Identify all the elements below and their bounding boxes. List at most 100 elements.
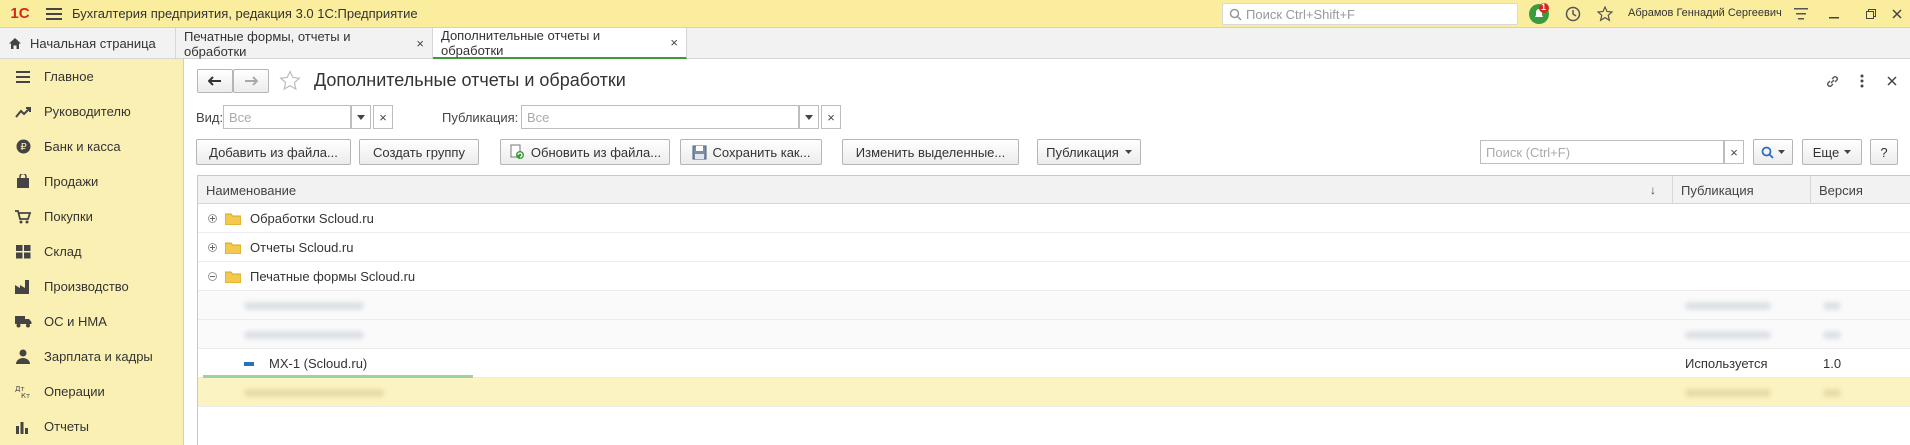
notification-count: 1	[1541, 2, 1547, 12]
sidebar-item-reports[interactable]: Отчеты	[0, 409, 183, 444]
favorites-star-icon[interactable]	[1594, 3, 1616, 25]
publication-input[interactable]: Все	[521, 105, 799, 129]
table-row[interactable]: Обработки Scloud.ru	[198, 204, 1910, 233]
change-selected-button[interactable]: Изменить выделенные...	[842, 139, 1019, 165]
close-form-icon[interactable]	[1882, 71, 1902, 91]
bar-chart-icon	[12, 418, 34, 436]
history-icon[interactable]	[1562, 3, 1584, 25]
create-group-button[interactable]: Создать группу	[359, 139, 479, 165]
tab-close-icon[interactable]: ×	[416, 36, 424, 51]
sidebar-item-label: Руководителю	[44, 104, 131, 119]
more-vertical-icon[interactable]	[1852, 71, 1872, 91]
sidebar-item-bank[interactable]: ₽ Банк и касса	[0, 129, 183, 164]
sidebar-item-manager[interactable]: Руководителю	[0, 94, 183, 129]
publication-dropdown-icon[interactable]	[799, 105, 819, 129]
close-window-icon[interactable]	[1886, 3, 1908, 25]
publication-label: Публикация:	[442, 110, 519, 125]
sort-arrow-icon: ↓	[1650, 183, 1656, 197]
vid-clear-button[interactable]: ×	[373, 105, 393, 129]
sidebar-item-production[interactable]: Производство	[0, 269, 183, 304]
main-menu-icon[interactable]	[40, 0, 68, 28]
notifications-bell-icon[interactable]: 1	[1528, 2, 1550, 25]
publication-menu-button[interactable]: Публикация	[1037, 139, 1141, 165]
global-search-input[interactable]: Поиск Ctrl+Shift+F	[1222, 3, 1518, 25]
collapse-minus-icon[interactable]	[208, 262, 217, 291]
form-title: Дополнительные отчеты и обработки	[314, 70, 626, 90]
settings-lines-icon[interactable]	[1790, 3, 1812, 25]
table-row[interactable]: Печатные формы Scloud.ru	[198, 262, 1910, 291]
tab-close-icon[interactable]: ×	[670, 35, 678, 50]
vid-input[interactable]: Все	[223, 105, 351, 129]
sidebar-item-fixed-assets[interactable]: ОС и НМА	[0, 304, 183, 339]
help-button[interactable]: ?	[1870, 139, 1898, 165]
group-name: Отчеты Scloud.ru	[250, 240, 354, 255]
redacted-version	[1823, 320, 1841, 349]
table-row[interactable]: Отчеты Scloud.ru	[198, 233, 1910, 262]
save-as-button[interactable]: Сохранить как...	[680, 139, 822, 165]
table-row[interactable]: МХ-1 (Scloud.ru) Используется 1.0	[198, 349, 1910, 378]
chevron-down-icon	[1844, 150, 1852, 154]
table-row-redacted[interactable]	[198, 291, 1910, 320]
tab-home[interactable]: Начальная страница	[0, 28, 176, 59]
table-header: Наименование ↓ Публикация Версия	[198, 176, 1910, 204]
publication-clear-button[interactable]: ×	[821, 105, 841, 129]
vid-placeholder: Все	[229, 109, 252, 125]
table-row-redacted[interactable]	[198, 320, 1910, 349]
list-search-input[interactable]: Поиск (Ctrl+F)	[1480, 140, 1724, 164]
folder-icon	[225, 233, 241, 262]
search-button[interactable]	[1753, 139, 1793, 165]
sidebar-item-label: Операции	[44, 384, 105, 399]
item-version: 1.0	[1823, 356, 1842, 371]
item-name: МХ-1 (Scloud.ru)	[269, 356, 368, 371]
group-name: Печатные формы Scloud.ru	[250, 269, 416, 284]
tabs-bar: Начальная страница Печатные формы, отчет…	[0, 28, 1910, 59]
reports-table[interactable]: Наименование ↓ Публикация Версия Обработ…	[197, 175, 1910, 445]
add-from-file-button[interactable]: Добавить из файла...	[196, 139, 351, 165]
forward-button[interactable]	[233, 69, 269, 93]
menu-lines-icon	[12, 68, 34, 86]
clear-icon: ×	[1730, 144, 1738, 160]
button-label: Обновить из файла...	[530, 144, 662, 160]
minimize-icon[interactable]	[1823, 3, 1845, 25]
factory-icon	[12, 278, 34, 296]
column-name-label: Наименование	[206, 182, 297, 198]
folder-open-icon	[225, 262, 241, 291]
sidebar-item-label: Зарплата и кадры	[44, 349, 153, 364]
back-button[interactable]	[197, 69, 233, 93]
favorite-star-icon[interactable]	[278, 69, 302, 93]
app-top-bar: 1С Бухгалтерия предприятия, редакция 3.0…	[0, 0, 1910, 28]
sidebar-item-purchases[interactable]: Покупки	[0, 199, 183, 234]
sidebar: Главное Руководителю ₽ Банк и касса Прод…	[0, 59, 184, 445]
expand-plus-icon[interactable]	[208, 204, 217, 233]
list-search-clear-button[interactable]: ×	[1724, 140, 1744, 164]
column-publication[interactable]: Публикация	[1673, 176, 1811, 204]
tab-additional-reports[interactable]: Дополнительные отчеты и обработки ×	[433, 28, 687, 59]
update-file-icon	[510, 144, 524, 159]
bag-icon	[12, 173, 34, 191]
svg-text:Кт: Кт	[21, 392, 30, 399]
expand-plus-icon[interactable]	[208, 233, 217, 262]
more-button[interactable]: Еще	[1802, 139, 1862, 165]
tab-label: Начальная страница	[30, 36, 156, 51]
search-icon	[1229, 8, 1242, 21]
truck-icon	[12, 313, 34, 331]
print-form-icon	[244, 349, 254, 378]
column-version[interactable]: Версия	[1811, 176, 1910, 204]
sidebar-item-salary[interactable]: Зарплата и кадры	[0, 339, 183, 374]
table-row-selected-redacted[interactable]	[198, 378, 1910, 407]
form-area: Дополнительные отчеты и обработки Вид: В…	[185, 59, 1910, 445]
redacted-name	[244, 320, 364, 349]
update-from-file-button[interactable]: Обновить из файла...	[500, 139, 670, 165]
cart-icon	[12, 208, 34, 226]
vid-dropdown-icon[interactable]	[351, 105, 371, 129]
sidebar-item-label: Склад	[44, 244, 82, 259]
restore-icon[interactable]	[1860, 3, 1882, 25]
sidebar-item-operations[interactable]: Дт Кт Операции	[0, 374, 183, 409]
tab-print-forms[interactable]: Печатные формы, отчеты и обработки ×	[176, 28, 433, 59]
link-icon[interactable]	[1822, 71, 1842, 91]
column-name[interactable]: Наименование ↓	[198, 176, 1673, 204]
user-name[interactable]: Абрамов Геннадий Сергеевич	[1628, 7, 1782, 19]
sidebar-item-warehouse[interactable]: Склад	[0, 234, 183, 269]
sidebar-item-sales[interactable]: Продажи	[0, 164, 183, 199]
sidebar-item-main[interactable]: Главное	[0, 59, 183, 94]
